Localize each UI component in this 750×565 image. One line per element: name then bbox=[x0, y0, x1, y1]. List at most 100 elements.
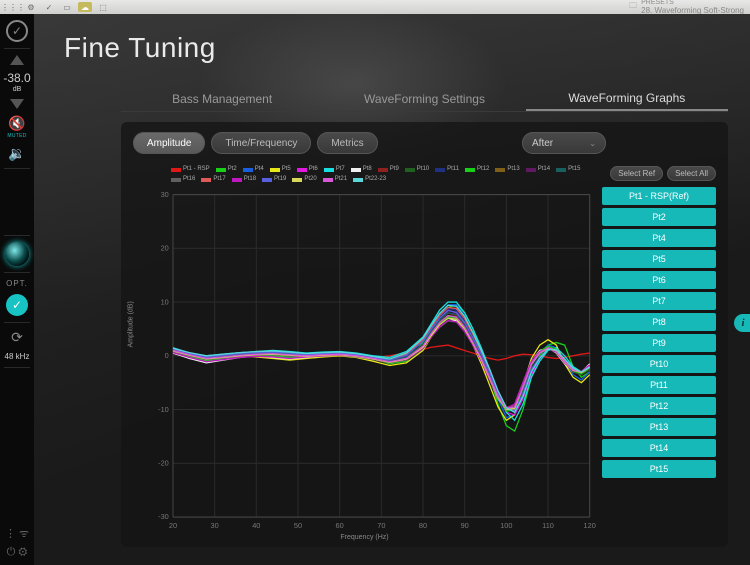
info-button[interactable]: i bbox=[734, 314, 750, 332]
wifi-icon[interactable]: ⋮ ᯤ bbox=[5, 526, 29, 541]
point-button[interactable]: Pt10 bbox=[602, 355, 716, 373]
tab-waveforming-graphs[interactable]: WaveForming Graphs bbox=[526, 86, 728, 111]
point-button[interactable]: Pt6 bbox=[602, 271, 716, 289]
svg-text:-10: -10 bbox=[158, 405, 169, 414]
view-pill-amplitude[interactable]: Amplitude bbox=[133, 132, 205, 154]
svg-text:20: 20 bbox=[161, 243, 169, 252]
legend-item: Pt12 bbox=[465, 166, 489, 174]
svg-text:100: 100 bbox=[500, 521, 512, 530]
point-selector-panel: Select Ref Select All Pt1 - RSP(Ref)Pt2P… bbox=[602, 166, 716, 539]
svg-text:40: 40 bbox=[252, 521, 260, 530]
volume-display: -38.0 dB bbox=[4, 71, 30, 93]
point-button[interactable]: Pt15 bbox=[602, 460, 716, 478]
view-pills: Amplitude Time/Frequency Metrics After ⌄ bbox=[133, 132, 716, 154]
topbar-box-icon[interactable]: ▭ bbox=[60, 2, 74, 12]
select-ref-button[interactable]: Select Ref bbox=[610, 166, 663, 181]
plot-legend: Pt1 - RSPPt2Pt4Pt5Pt6Pt7Pt8Pt9Pt10Pt11Pt… bbox=[133, 166, 596, 184]
legend-item: Pt1 - RSP bbox=[171, 166, 210, 174]
point-button[interactable]: Pt8 bbox=[602, 313, 716, 331]
point-button[interactable]: Pt2 bbox=[602, 208, 716, 226]
main-panel: Fine Tuning Bass ManagementWaveForming S… bbox=[34, 14, 750, 565]
point-button[interactable]: Pt12 bbox=[602, 397, 716, 415]
view-pill-metrics[interactable]: Metrics bbox=[317, 132, 377, 154]
svg-text:30: 30 bbox=[211, 521, 219, 530]
optimizer-image[interactable] bbox=[4, 242, 30, 266]
tab-bass-management[interactable]: Bass Management bbox=[121, 86, 323, 111]
opt-label: OPT. bbox=[4, 279, 30, 288]
point-button[interactable]: Pt13 bbox=[602, 418, 716, 436]
svg-text:70: 70 bbox=[377, 521, 385, 530]
topbar-grid-icon[interactable]: ⋮⋮⋮ bbox=[6, 2, 20, 12]
svg-text:-30: -30 bbox=[158, 512, 169, 521]
legend-item: Pt19 bbox=[262, 176, 286, 184]
topbar-cloud-icon[interactable]: ☁ bbox=[78, 2, 92, 12]
tab-waveforming-settings[interactable]: WaveForming Settings bbox=[323, 86, 525, 111]
svg-text:-20: -20 bbox=[158, 458, 169, 467]
svg-text:30: 30 bbox=[161, 190, 169, 199]
svg-text:50: 50 bbox=[294, 521, 302, 530]
folder-icon: 🗀 bbox=[629, 0, 637, 14]
main-tabs: Bass ManagementWaveForming SettingsWaveF… bbox=[121, 86, 728, 112]
legend-item: Pt11 bbox=[435, 166, 459, 174]
left-sidebar: -38.0 dB 🔇 MUTED 🔉 OPT. ✓ ⟳ 48 kHz ⋮ ᯤ ⏻… bbox=[0, 14, 34, 565]
dim-button[interactable]: 🔉 bbox=[4, 145, 30, 162]
view-pill-time-frequency[interactable]: Time/Frequency bbox=[211, 132, 311, 154]
graph-panel: Amplitude Time/Frequency Metrics After ⌄ P… bbox=[121, 122, 728, 547]
point-button[interactable]: Pt9 bbox=[602, 334, 716, 352]
speaker-muted-icon: 🔇 bbox=[8, 115, 25, 132]
page-title: Fine Tuning bbox=[64, 32, 216, 64]
svg-text:120: 120 bbox=[584, 521, 596, 530]
topbar-gear-icon[interactable]: ⚙ bbox=[24, 2, 38, 12]
legend-item: Pt6 bbox=[297, 166, 318, 174]
after-select-label: After bbox=[532, 138, 553, 149]
legend-item: Pt8 bbox=[351, 166, 372, 174]
legend-item: Pt2 bbox=[216, 166, 237, 174]
point-list: Pt1 - RSP(Ref) Pt2 Pt4 Pt5 Pt6 Pt7 Pt8 Pt9 Pt10 P… bbox=[602, 187, 716, 478]
speaker-icon: 🔉 bbox=[8, 145, 25, 162]
svg-text:20: 20 bbox=[169, 521, 177, 530]
amplitude-chart: 20 30 40 50 60 70 80 90 100 110 120 -30 -20 -10 0 10 20 3… bbox=[133, 188, 596, 539]
legend-item: Pt20 bbox=[292, 176, 316, 184]
legend-item: Pt18 bbox=[232, 176, 256, 184]
point-button[interactable]: Pt11 bbox=[602, 376, 716, 394]
svg-text:0: 0 bbox=[165, 351, 169, 360]
y-axis-label: Amplitude (dB) bbox=[128, 301, 135, 347]
point-button[interactable]: Pt14 bbox=[602, 439, 716, 457]
legend-item: Pt9 bbox=[378, 166, 399, 174]
after-select[interactable]: After ⌄ bbox=[522, 132, 606, 154]
legend-item: Pt5 bbox=[270, 166, 291, 174]
legend-item: Pt17 bbox=[201, 176, 225, 184]
refresh-button[interactable]: ⟳ bbox=[4, 329, 30, 346]
select-all-button[interactable]: Select All bbox=[667, 166, 716, 181]
svg-text:90: 90 bbox=[461, 521, 469, 530]
chevron-down-icon: ⌄ bbox=[589, 139, 596, 148]
point-button[interactable]: Pt5 bbox=[602, 250, 716, 268]
x-axis-label: Frequency (Hz) bbox=[340, 534, 388, 541]
svg-text:110: 110 bbox=[542, 521, 554, 530]
preset-display[interactable]: 🗀 PRESETS 28. Waveforming Soft-Strong bbox=[629, 0, 744, 15]
topbar-check-icon[interactable]: ✓ bbox=[42, 2, 56, 12]
legend-item: Pt4 bbox=[243, 166, 264, 174]
legend-item: Pt13 bbox=[495, 166, 519, 174]
volume-up-button[interactable] bbox=[4, 55, 30, 65]
legend-item: Pt14 bbox=[526, 166, 550, 174]
legend-item: Pt10 bbox=[405, 166, 429, 174]
legend-item: Pt21 bbox=[323, 176, 347, 184]
svg-text:80: 80 bbox=[419, 521, 427, 530]
legend-item: Pt16 bbox=[171, 176, 195, 184]
point-button[interactable]: Pt7 bbox=[602, 292, 716, 310]
opt-toggle[interactable]: ✓ bbox=[4, 294, 30, 316]
svg-text:10: 10 bbox=[161, 297, 169, 306]
topbar-bottle-icon[interactable]: ⬚ bbox=[96, 2, 110, 12]
status-check-icon[interactable] bbox=[6, 20, 28, 42]
svg-text:60: 60 bbox=[336, 521, 344, 530]
top-menu-bar: ⋮⋮⋮ ⚙ ✓ ▭ ☁ ⬚ 🗀 PRESETS 28. Waveforming … bbox=[0, 0, 750, 14]
volume-down-button[interactable] bbox=[4, 99, 30, 109]
point-button[interactable]: Pt4 bbox=[602, 229, 716, 247]
mute-button[interactable]: 🔇 MUTED bbox=[4, 115, 30, 139]
point-button[interactable]: Pt1 - RSP(Ref) bbox=[602, 187, 716, 205]
power-icon[interactable]: ⏻ ⚙ bbox=[7, 546, 28, 559]
plot-area: Pt1 - RSPPt2Pt4Pt5Pt6Pt7Pt8Pt9Pt10Pt11Pt… bbox=[133, 166, 596, 539]
legend-item: Pt15 bbox=[556, 166, 580, 174]
sample-rate: 48 kHz bbox=[4, 352, 30, 361]
